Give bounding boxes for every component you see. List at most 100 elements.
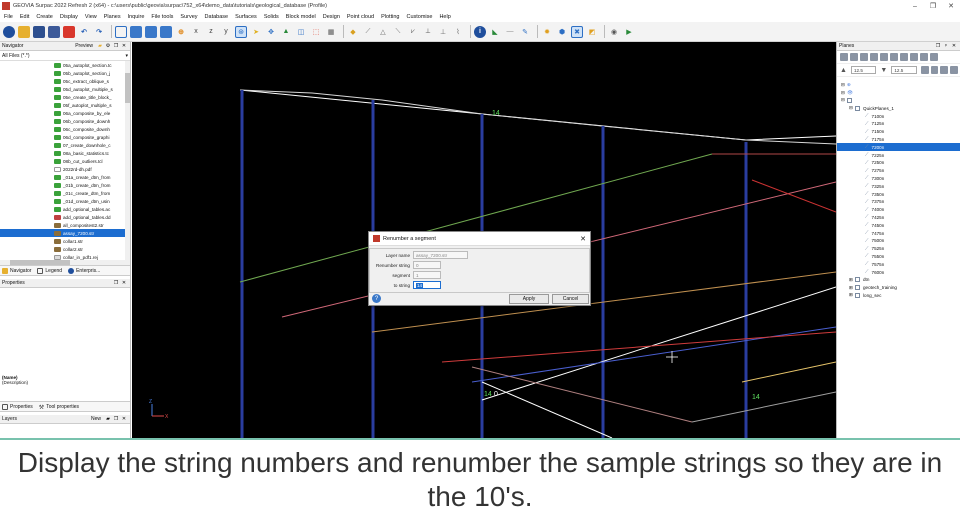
plane-item[interactable]: ⟋ 7575n	[837, 260, 960, 268]
rotate-y-icon[interactable]: z	[205, 26, 217, 38]
plane-tool-icon[interactable]	[930, 66, 939, 74]
tree-node-root[interactable]: ⊟ 👁	[837, 89, 960, 97]
plane-item[interactable]: ⟋ 7125n	[837, 120, 960, 128]
plane-item[interactable]: ⟋ 7550n	[837, 253, 960, 261]
tab-tool-properties[interactable]: ⚒ Tool properties	[39, 404, 79, 411]
polygon-icon[interactable]: △	[377, 26, 389, 38]
plane-tool-icon[interactable]	[920, 66, 929, 74]
step-up-icon[interactable]: ▲	[840, 67, 847, 74]
file-item[interactable]: add_optional_tables.dd	[0, 213, 130, 221]
plane-item[interactable]: ⟋ 7100n	[837, 112, 960, 120]
plane-item[interactable]: ⟋ 7225n	[837, 151, 960, 159]
split-string-icon[interactable]: ⌇	[452, 26, 464, 38]
plane-item[interactable]: ⟋ 7325n	[837, 182, 960, 190]
apply-button[interactable]: Apply	[509, 294, 549, 304]
select-region-icon[interactable]: ⬚	[310, 26, 322, 38]
globe-icon[interactable]	[3, 25, 15, 38]
rotate-x-icon[interactable]: x	[190, 26, 202, 38]
draw-pen-icon[interactable]: ✎	[519, 26, 531, 38]
menu-solids[interactable]: Solids	[264, 14, 279, 20]
menu-file-tools[interactable]: File tools	[151, 14, 173, 20]
file-item[interactable]: 05a_autoplot_section.tc	[0, 61, 130, 69]
file-item[interactable]: _01a_create_dtm_from	[0, 173, 130, 181]
plane-item[interactable]: ⟋ 7475n	[837, 229, 960, 237]
plane-item[interactable]: ⟋ 7275n	[837, 167, 960, 175]
print-icon[interactable]	[48, 25, 60, 38]
renumber-string-field[interactable]: 0	[413, 261, 441, 269]
plane-item[interactable]: ⟋ 7400n	[837, 206, 960, 214]
plane-tool-icon[interactable]	[870, 53, 878, 61]
tree-node-root[interactable]: ⊟ ⊕	[837, 81, 960, 89]
menu-design[interactable]: Design	[323, 14, 340, 20]
redo-icon[interactable]: ↷	[93, 26, 105, 38]
info-icon[interactable]: i	[474, 25, 486, 38]
plane-group-item[interactable]: ⊞ long_sec	[837, 292, 960, 300]
plane-tool-icon[interactable]	[900, 53, 908, 61]
plane-item[interactable]: ⟋ 7600n	[837, 268, 960, 276]
zoom-extent-icon[interactable]: ▲	[280, 26, 292, 38]
paint-icon[interactable]: ◩	[586, 26, 598, 38]
undo-icon[interactable]: ↶	[78, 26, 90, 38]
tab-properties[interactable]: Properties	[2, 403, 33, 410]
plane-tool-icon[interactable]	[940, 66, 949, 74]
tree-node-root[interactable]: ⊟	[837, 97, 960, 105]
file-item[interactable]: 06d_composite_graphi	[0, 133, 130, 141]
plane-item[interactable]: ⟋ 7175n	[837, 136, 960, 144]
menu-survey[interactable]: Survey	[180, 14, 197, 20]
plane-item[interactable]: ⟋ 7200n	[837, 143, 960, 152]
plane-tool-icon[interactable]	[920, 53, 928, 61]
menu-view[interactable]: View	[85, 14, 97, 20]
layer-name-field[interactable]: assay_7200.str	[413, 251, 468, 259]
orbit-icon[interactable]: ⊛	[235, 25, 247, 38]
measure-icon[interactable]: —	[504, 26, 516, 38]
menu-point-cloud[interactable]: Point cloud	[347, 14, 374, 20]
edit-string-icon[interactable]: ⟂	[422, 26, 434, 38]
plane-group-item[interactable]: ⊞ dtn	[837, 276, 960, 284]
plane-item[interactable]: ⟋ 7450n	[837, 221, 960, 229]
plane-item[interactable]: ⟋ 7525n	[837, 245, 960, 253]
vertical-scrollbar[interactable]	[125, 61, 130, 265]
minimize-icon[interactable]: –	[906, 3, 924, 10]
file-item[interactable]: 06b_composite_downh	[0, 117, 130, 125]
digitise-line-icon[interactable]: ⟋	[362, 26, 374, 38]
plane-item[interactable]: ⟋ 7500n	[837, 237, 960, 245]
layer-grid-icon[interactable]: ▦	[325, 26, 337, 38]
float-icon[interactable]: ❐	[934, 43, 942, 49]
plane-tool-icon[interactable]	[950, 66, 958, 74]
save-icon[interactable]	[33, 25, 45, 38]
view-section-icon[interactable]	[145, 25, 157, 38]
plane-group-item[interactable]: ⊞ geotech_training	[837, 284, 960, 292]
stop-icon[interactable]: ◉	[608, 26, 620, 38]
file-item[interactable]: 05c_extract_oblique_s	[0, 77, 130, 85]
file-item[interactable]: _01c_create_dtm_from	[0, 189, 130, 197]
folder-icon[interactable]: ▰	[96, 43, 104, 49]
tab-enterprise[interactable]: Enterpris...	[68, 267, 100, 274]
tab-legend[interactable]: Legend	[37, 267, 62, 274]
settings-icon[interactable]: ⚙	[104, 43, 112, 49]
menu-plotting[interactable]: Plotting	[381, 14, 399, 20]
file-item[interactable]: 05e_create_title_block_	[0, 93, 130, 101]
float-icon[interactable]: ❐	[112, 43, 120, 49]
zoom-window-icon[interactable]: ◫	[295, 26, 307, 38]
file-item[interactable]: 05d_autoplot_multiple_s	[0, 85, 130, 93]
menu-inquire[interactable]: Inquire	[128, 14, 145, 20]
digitise-point-icon[interactable]: ◆	[347, 26, 359, 38]
file-item[interactable]: assay_7200.str	[0, 229, 130, 237]
step-back-input[interactable]: 12.5	[891, 66, 917, 74]
file-item[interactable]: _01b_create_dtm_from	[0, 181, 130, 189]
new-layer-button[interactable]: New	[91, 416, 101, 422]
file-item[interactable]: collar2.str	[0, 245, 130, 253]
close-panel-icon[interactable]: ✕	[120, 43, 128, 49]
chevron-down-icon[interactable]: ▾	[125, 53, 128, 59]
rotate-z-icon[interactable]: y	[220, 26, 232, 38]
menu-edit[interactable]: Edit	[20, 14, 29, 20]
plane-item[interactable]: ⟋ 7425n	[837, 214, 960, 222]
plane-item[interactable]: ⟋ 7350n	[837, 190, 960, 198]
menu-database[interactable]: Database	[205, 14, 229, 20]
menu-create[interactable]: Create	[36, 14, 53, 20]
file-item[interactable]: 08a_basic_statistics.tc	[0, 149, 130, 157]
to-string-field[interactable]: 14	[413, 281, 441, 289]
tab-navigator[interactable]: Navigator	[2, 267, 31, 274]
file-item[interactable]: 07_create_downhole_c	[0, 141, 130, 149]
plane-item[interactable]: ⟋ 7150n	[837, 128, 960, 136]
